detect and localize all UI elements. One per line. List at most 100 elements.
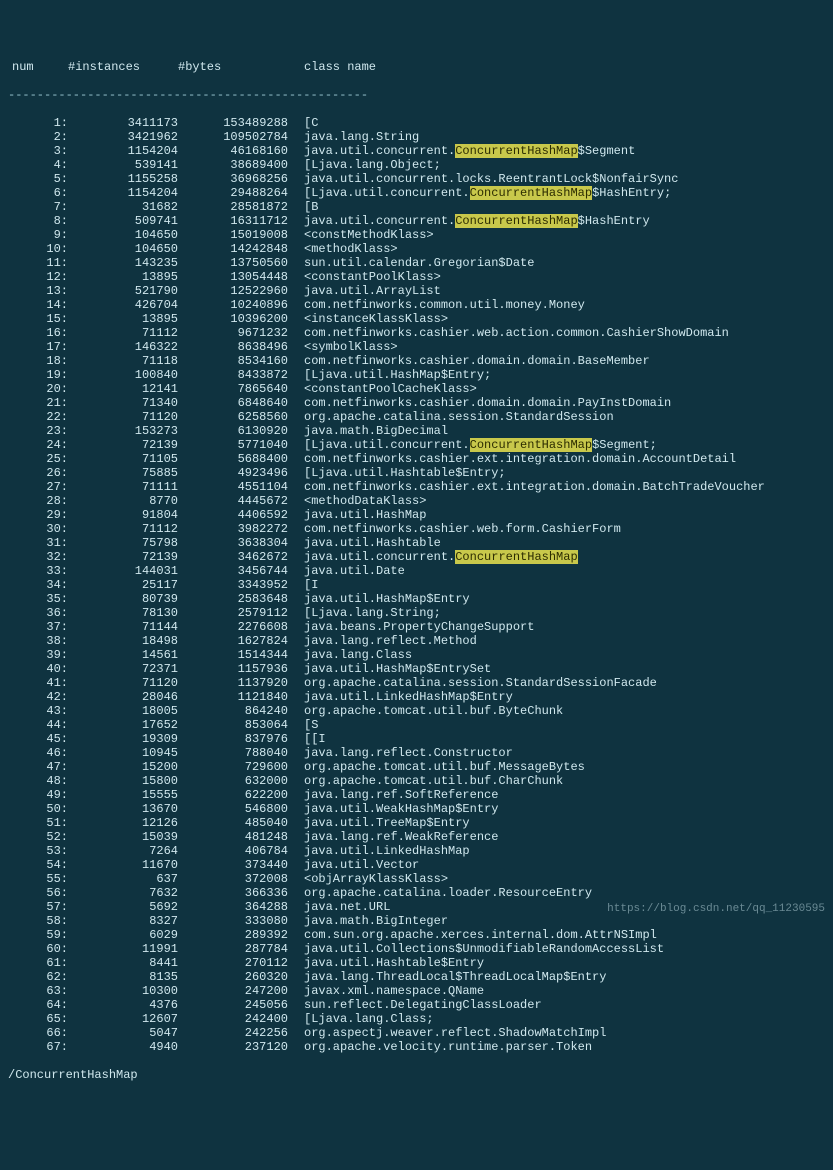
class-name: java.util.ArrayList	[304, 284, 441, 298]
class-name: java.util.HashMap$EntrySet	[304, 662, 491, 676]
table-row: 51:12126485040java.util.TreeMap$Entry	[8, 816, 825, 830]
table-row: 53:7264406784java.util.LinkedHashMap	[8, 844, 825, 858]
table-row: 14:42670410240896com.netfinworks.common.…	[8, 298, 825, 312]
class-name: java.util.WeakHashMap$Entry	[304, 802, 498, 816]
table-row: 32:721393462672java.util.concurrent.Conc…	[8, 550, 825, 564]
hdr-instances: #instances	[68, 60, 178, 74]
table-row: 3:115420446168160java.util.concurrent.Co…	[8, 144, 825, 158]
table-row: 65:12607242400[Ljava.lang.Class;	[8, 1012, 825, 1026]
table-row: 22:711206258560org.apache.catalina.sessi…	[8, 410, 825, 424]
class-name: [Ljava.lang.Object;	[304, 158, 441, 172]
highlight-match: ConcurrentHashMap	[455, 550, 577, 564]
watermark: https://blog.csdn.net/qq_11230595	[607, 902, 825, 916]
class-name: [Ljava.lang.Class;	[304, 1012, 434, 1026]
table-row: 7:3168228581872[B	[8, 200, 825, 214]
class-name: org.apache.catalina.loader.ResourceEntry	[304, 886, 592, 900]
header-row: num#instances#bytesclass name	[8, 60, 825, 74]
class-name: <constantPoolCacheKlass>	[304, 382, 477, 396]
class-name: java.util.concurrent.ConcurrentHashMap$H…	[304, 214, 650, 228]
class-name: java.util.Date	[304, 564, 405, 578]
footer-search: /ConcurrentHashMap	[8, 1068, 825, 1082]
class-name: [Ljava.util.concurrent.ConcurrentHashMap…	[304, 438, 657, 452]
table-row: 8:50974116311712java.util.concurrent.Con…	[8, 214, 825, 228]
class-name: com.netfinworks.cashier.ext.integration.…	[304, 452, 736, 466]
table-row: 31:757983638304java.util.Hashtable	[8, 536, 825, 550]
class-name: org.apache.tomcat.util.buf.CharChunk	[304, 774, 563, 788]
class-name: <methodDataKlass>	[304, 494, 426, 508]
class-name: java.util.Hashtable$Entry	[304, 956, 484, 970]
table-row: 11:14323513750560sun.util.calendar.Grego…	[8, 256, 825, 270]
highlight-match: ConcurrentHashMap	[470, 438, 592, 452]
class-name: org.apache.tomcat.util.buf.ByteChunk	[304, 704, 563, 718]
class-name: java.lang.String	[304, 130, 419, 144]
table-row: 54:11670373440java.util.Vector	[8, 858, 825, 872]
class-name: java.util.HashMap$Entry	[304, 592, 470, 606]
table-row: 10:10465014242848<methodKlass>	[8, 242, 825, 256]
table-row: 47:15200729600org.apache.tomcat.util.buf…	[8, 760, 825, 774]
table-row: 55:637372008<objArrayKlassKlass>	[8, 872, 825, 886]
table-row: 4:53914138689400[Ljava.lang.Object;	[8, 158, 825, 172]
class-name: com.netfinworks.cashier.domain.domain.Pa…	[304, 396, 671, 410]
table-row: 59:6029289392com.sun.org.apache.xerces.i…	[8, 928, 825, 942]
table-row: 58:8327333080java.math.BigInteger	[8, 914, 825, 928]
class-name: [Ljava.util.concurrent.ConcurrentHashMap…	[304, 186, 671, 200]
table-row: 27:711114551104com.netfinworks.cashier.e…	[8, 480, 825, 494]
class-name: java.math.BigInteger	[304, 914, 448, 928]
class-name: <methodKlass>	[304, 242, 398, 256]
class-name: <constMethodKlass>	[304, 228, 434, 242]
table-row: 23:1532736130920java.math.BigDecimal	[8, 424, 825, 438]
table-row: 21:713406848640com.netfinworks.cashier.d…	[8, 396, 825, 410]
class-name: java.lang.ref.SoftReference	[304, 788, 498, 802]
class-name: java.net.URL	[304, 900, 390, 914]
table-row: 19:1008408433872[Ljava.util.HashMap$Entr…	[8, 368, 825, 382]
table-row: 15:1389510396200<instanceKlassKlass>	[8, 312, 825, 326]
class-name: <constantPoolKlass>	[304, 270, 441, 284]
class-name: [Ljava.lang.String;	[304, 606, 441, 620]
table-row: 49:15555622200java.lang.ref.SoftReferenc…	[8, 788, 825, 802]
table-row: 44:17652853064[S	[8, 718, 825, 732]
table-row: 40:723711157936java.util.HashMap$EntrySe…	[8, 662, 825, 676]
table-row: 29:918044406592java.util.HashMap	[8, 508, 825, 522]
table-row: 45:19309837976[[I	[8, 732, 825, 746]
class-name: [[I	[304, 732, 326, 746]
table-row: 1:3411173153489288[C	[8, 116, 825, 130]
class-name: [Ljava.util.HashMap$Entry;	[304, 368, 491, 382]
class-name: java.util.LinkedHashMap$Entry	[304, 690, 513, 704]
class-name: java.util.HashMap	[304, 508, 426, 522]
class-name: java.util.Vector	[304, 858, 419, 872]
table-row: 66:5047242256org.aspectj.weaver.reflect.…	[8, 1026, 825, 1040]
table-row: 34:251173343952[I	[8, 578, 825, 592]
dash-line: ----------------------------------------…	[8, 88, 825, 102]
class-name: java.util.concurrent.ConcurrentHashMap$S…	[304, 144, 635, 158]
class-name: org.apache.catalina.session.StandardSess…	[304, 676, 657, 690]
hdr-bytes: #bytes	[178, 60, 288, 74]
table-row: 5:115525836968256java.util.concurrent.lo…	[8, 172, 825, 186]
table-row: 13:52179012522960java.util.ArrayList	[8, 284, 825, 298]
class-name: java.math.BigDecimal	[304, 424, 448, 438]
table-row: 38:184981627824java.lang.reflect.Method	[8, 634, 825, 648]
table-row: 20:121417865640<constantPoolCacheKlass>	[8, 382, 825, 396]
table-row: 37:711442276608java.beans.PropertyChange…	[8, 620, 825, 634]
table-row: 62:8135260320java.lang.ThreadLocal$Threa…	[8, 970, 825, 984]
class-name: org.apache.tomcat.util.buf.MessageBytes	[304, 760, 585, 774]
table-row: 16:711129671232com.netfinworks.cashier.w…	[8, 326, 825, 340]
table-row: 43:18005864240org.apache.tomcat.util.buf…	[8, 704, 825, 718]
table-row: 56:7632366336org.apache.catalina.loader.…	[8, 886, 825, 900]
table-row: 9:10465015019008<constMethodKlass>	[8, 228, 825, 242]
class-name: com.netfinworks.cashier.domain.domain.Ba…	[304, 354, 650, 368]
table-row: 36:781302579112[Ljava.lang.String;	[8, 606, 825, 620]
table-row: 64:4376245056sun.reflect.DelegatingClass…	[8, 998, 825, 1012]
class-name: java.lang.ref.WeakReference	[304, 830, 498, 844]
table-row: 46:10945788040java.lang.reflect.Construc…	[8, 746, 825, 760]
class-name: java.lang.ThreadLocal$ThreadLocalMap$Ent…	[304, 970, 606, 984]
table-row: 42:280461121840java.util.LinkedHashMap$E…	[8, 690, 825, 704]
class-name: javax.xml.namespace.QName	[304, 984, 484, 998]
class-name: [I	[304, 578, 318, 592]
table-row: 33:1440313456744java.util.Date	[8, 564, 825, 578]
class-name: org.aspectj.weaver.reflect.ShadowMatchIm…	[304, 1026, 606, 1040]
class-name: com.netfinworks.cashier.web.form.Cashier…	[304, 522, 621, 536]
class-name: [S	[304, 718, 318, 732]
table-row: 50:13670546800java.util.WeakHashMap$Entr…	[8, 802, 825, 816]
class-name: sun.util.calendar.Gregorian$Date	[304, 256, 534, 270]
class-name: org.apache.velocity.runtime.parser.Token	[304, 1040, 592, 1054]
